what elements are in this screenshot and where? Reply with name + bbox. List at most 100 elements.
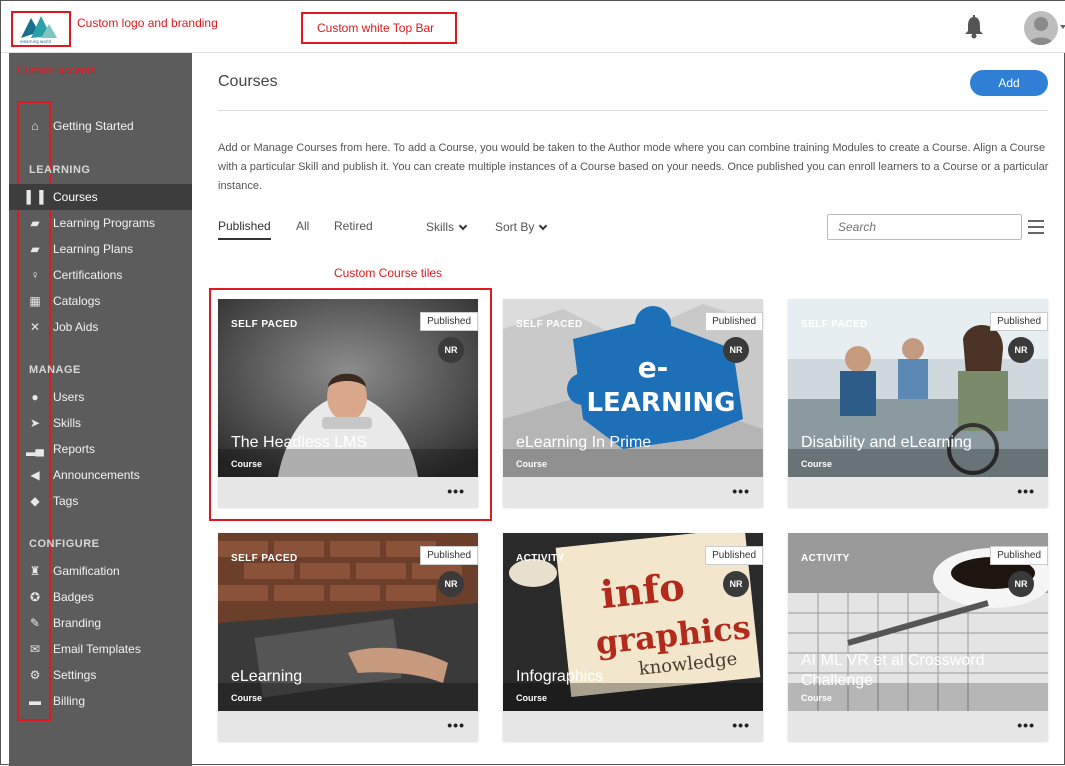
tab-all[interactable]: All [296, 219, 309, 233]
chevron-down-icon [539, 221, 548, 230]
course-title[interactable]: eLearning In Prime [516, 433, 756, 453]
rating-badge: NR [438, 337, 464, 363]
more-options-icon[interactable]: ••• [1017, 484, 1035, 498]
thumbnail-learning-text: LEARNING [586, 388, 735, 418]
sidebar-item-label: Job Aids [53, 320, 99, 334]
sidebar-item-label: Settings [53, 668, 97, 682]
course-type-label: SELF PACED [516, 319, 583, 330]
trophy-icon: ♜ [29, 564, 41, 578]
gear-icon: ⚙ [29, 668, 41, 682]
more-options-icon[interactable]: ••• [732, 718, 750, 732]
sidebar-item-announcements[interactable]: ◀ Announcements [9, 462, 192, 488]
course-title[interactable]: The Headless LMS [231, 433, 471, 453]
page-description: Add or Manage Courses from here. To add … [218, 142, 1049, 192]
annotation-topbar-text: Custom white Top Bar [317, 21, 435, 35]
sidebar-item-label: Branding [53, 616, 102, 630]
sidebar-item-label: Announcements [53, 468, 140, 482]
sidebar-item-reports[interactable]: ▂▄ Reports [9, 436, 192, 462]
card-footer [788, 477, 1048, 507]
course-type-label: SELF PACED [231, 553, 298, 564]
home-icon: ⌂ [31, 119, 39, 133]
card-footer [503, 477, 763, 507]
skills-dropdown[interactable]: Skills [426, 220, 468, 234]
course-type-label: ACTIVITY [516, 553, 565, 564]
course-card[interactable]: info graphics knowledge ACTIVITY Publish… [503, 533, 763, 741]
sidebar-item-email-templates[interactable]: ✉ Email Templates [9, 636, 192, 662]
course-title[interactable]: Infographics [516, 667, 756, 687]
email-icon: ✉ [29, 642, 41, 656]
course-type-label: SELF PACED [231, 319, 298, 330]
main-content: Courses Add Add or Manage Courses from h… [192, 53, 1065, 766]
sidebar-item-settings[interactable]: ⚙ Settings [9, 662, 192, 688]
course-card[interactable]: SELF PACED Published NR Disability and e… [788, 299, 1048, 507]
sort-by-dropdown[interactable]: Sort By [495, 220, 548, 234]
status-badge: Published [420, 546, 478, 565]
sidebar-item-gamification[interactable]: ♜ Gamification [9, 558, 192, 584]
megaphone-icon: ◀ [30, 468, 40, 482]
sidebar-item-users[interactable]: ● Users [9, 384, 192, 410]
avatar-dropdown-caret-icon[interactable] [1060, 25, 1065, 29]
grid-icon: ▦ [29, 294, 41, 308]
thumbnail-e-text: e- [638, 351, 669, 384]
card-footer [218, 477, 478, 507]
course-title[interactable]: Disability and eLearning [801, 433, 1041, 453]
sidebar-item-badges[interactable]: ✪ Badges [9, 584, 192, 610]
user-avatar[interactable] [1024, 11, 1058, 45]
course-title[interactable]: AI ML VR et al Crossword Challenge [801, 651, 1041, 691]
course-subtitle: Course [516, 459, 548, 469]
skills-dropdown-label: Skills [426, 220, 455, 234]
billing-icon: ▬ [29, 694, 41, 708]
rating-badge: NR [438, 571, 464, 597]
bar-chart-icon: ▂▄ [26, 442, 44, 456]
book-icon: ▌▐ [26, 190, 44, 204]
section-learning: LEARNING [29, 164, 91, 176]
rating-badge: NR [1008, 337, 1034, 363]
more-options-icon[interactable]: ••• [447, 484, 465, 498]
sidebar-item-skills[interactable]: ➤ Skills [9, 410, 192, 436]
sidebar-item-catalogs[interactable]: ▦ Catalogs [9, 288, 192, 314]
more-options-icon[interactable]: ••• [732, 484, 750, 498]
sidebar-item-certifications[interactable]: ♀ Certifications [9, 262, 192, 288]
sidebar-item-branding[interactable]: ✎ Branding [9, 610, 192, 636]
course-title[interactable]: eLearning [231, 667, 471, 687]
rating-badge: NR [1008, 571, 1034, 597]
course-card[interactable]: ACTIVITY Published NR AI ML VR et al Cro… [788, 533, 1048, 741]
sidebar-item-billing[interactable]: ▬ Billing [9, 688, 192, 714]
sidebar-item-label: Gamification [53, 564, 120, 578]
course-card[interactable]: e- LEARNING SELF PACED Published NR eLea… [503, 299, 763, 507]
annotation-logo-text: Custom logo and branding [77, 16, 218, 30]
learning-plans-icon: ▰ [30, 242, 40, 256]
app-frame: elearning world Custom logo and branding… [0, 0, 1065, 766]
course-subtitle: Course [801, 459, 833, 469]
more-options-icon[interactable]: ••• [1017, 718, 1035, 732]
sidebar-item-label: Tags [53, 494, 79, 508]
course-card[interactable]: SELF PACED Published NR eLearning Course… [218, 533, 478, 741]
sidebar-item-courses[interactable]: ▌▐ Courses [9, 184, 192, 210]
sidebar-item-getting-started[interactable]: ⌂ Getting Started [9, 113, 192, 139]
pin-icon: ✕ [29, 320, 41, 334]
notifications-bell-icon[interactable] [963, 15, 985, 39]
course-type-label: SELF PACED [801, 319, 868, 330]
sidebar-item-label: Catalogs [53, 294, 101, 308]
more-options-icon[interactable]: ••• [447, 718, 465, 732]
add-course-button[interactable]: Add [970, 70, 1048, 96]
sidebar-item-job-aids[interactable]: ✕ Job Aids [9, 314, 192, 340]
sidebar-item-label: Email Templates [53, 642, 141, 656]
sidebar-item-label: Billing [53, 694, 86, 708]
sidebar-item-label: Learning Programs [53, 216, 156, 230]
course-subtitle: Course [516, 693, 548, 703]
list-view-menu-icon[interactable] [1028, 220, 1044, 234]
sidebar-item-label: Certifications [53, 268, 123, 282]
tab-retired[interactable]: Retired [334, 219, 373, 233]
users-icon: ● [31, 390, 39, 404]
search-input[interactable] [827, 214, 1022, 240]
tab-published[interactable]: Published [218, 219, 271, 240]
learning-programs-icon: ▰ [30, 216, 40, 230]
status-badge: Published [705, 546, 763, 565]
sidebar-item-learning-programs[interactable]: ▰ Learning Programs [9, 210, 192, 236]
sidebar-item-tags[interactable]: ◆ Tags [9, 488, 192, 514]
sidebar-item-learning-plans[interactable]: ▰ Learning Plans [9, 236, 192, 262]
course-card[interactable]: SELF PACED Published NR The Headless LMS… [218, 299, 478, 507]
course-subtitle: Course [801, 693, 833, 703]
status-badge: Published [420, 312, 478, 331]
